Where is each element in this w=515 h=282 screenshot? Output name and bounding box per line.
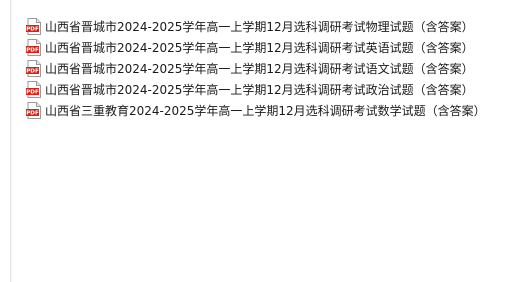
- file-name: 山西省晋城市2024-2025学年高一上学期12月选科调研考试政治试题（含答案）: [45, 82, 474, 97]
- file-name: 山西省晋城市2024-2025学年高一上学期12月选科调研考试英语试题（含答案）: [45, 40, 474, 55]
- file-name: 山西省三重教育2024-2025学年高一上学期12月选科调研考试数学试题（含答案…: [45, 103, 486, 118]
- file-list: PDF 山西省晋城市2024-2025学年高一上学期12月选科调研考试物理试题（…: [26, 16, 486, 121]
- pdf-file-icon: PDF: [26, 81, 42, 98]
- file-item[interactable]: PDF 山西省晋城市2024-2025学年高一上学期12月选科调研考试语文试题（…: [26, 58, 486, 79]
- svg-text:PDF: PDF: [26, 69, 39, 75]
- svg-text:PDF: PDF: [26, 48, 39, 54]
- svg-text:PDF: PDF: [26, 111, 39, 117]
- pdf-file-icon: PDF: [26, 39, 42, 56]
- file-name: 山西省晋城市2024-2025学年高一上学期12月选科调研考试语文试题（含答案）: [45, 61, 474, 76]
- navigation-pane: [0, 0, 12, 282]
- file-item[interactable]: PDF 山西省三重教育2024-2025学年高一上学期12月选科调研考试数学试题…: [26, 100, 486, 121]
- file-item[interactable]: PDF 山西省晋城市2024-2025学年高一上学期12月选科调研考试物理试题（…: [26, 16, 486, 37]
- file-item[interactable]: PDF 山西省晋城市2024-2025学年高一上学期12月选科调研考试政治试题（…: [26, 79, 486, 100]
- pdf-file-icon: PDF: [26, 60, 42, 77]
- svg-text:PDF: PDF: [26, 27, 39, 33]
- pdf-file-icon: PDF: [26, 18, 42, 35]
- svg-text:PDF: PDF: [26, 90, 39, 96]
- file-name: 山西省晋城市2024-2025学年高一上学期12月选科调研考试物理试题（含答案）: [45, 19, 474, 34]
- pdf-file-icon: PDF: [26, 102, 42, 119]
- file-item[interactable]: PDF 山西省晋城市2024-2025学年高一上学期12月选科调研考试英语试题（…: [26, 37, 486, 58]
